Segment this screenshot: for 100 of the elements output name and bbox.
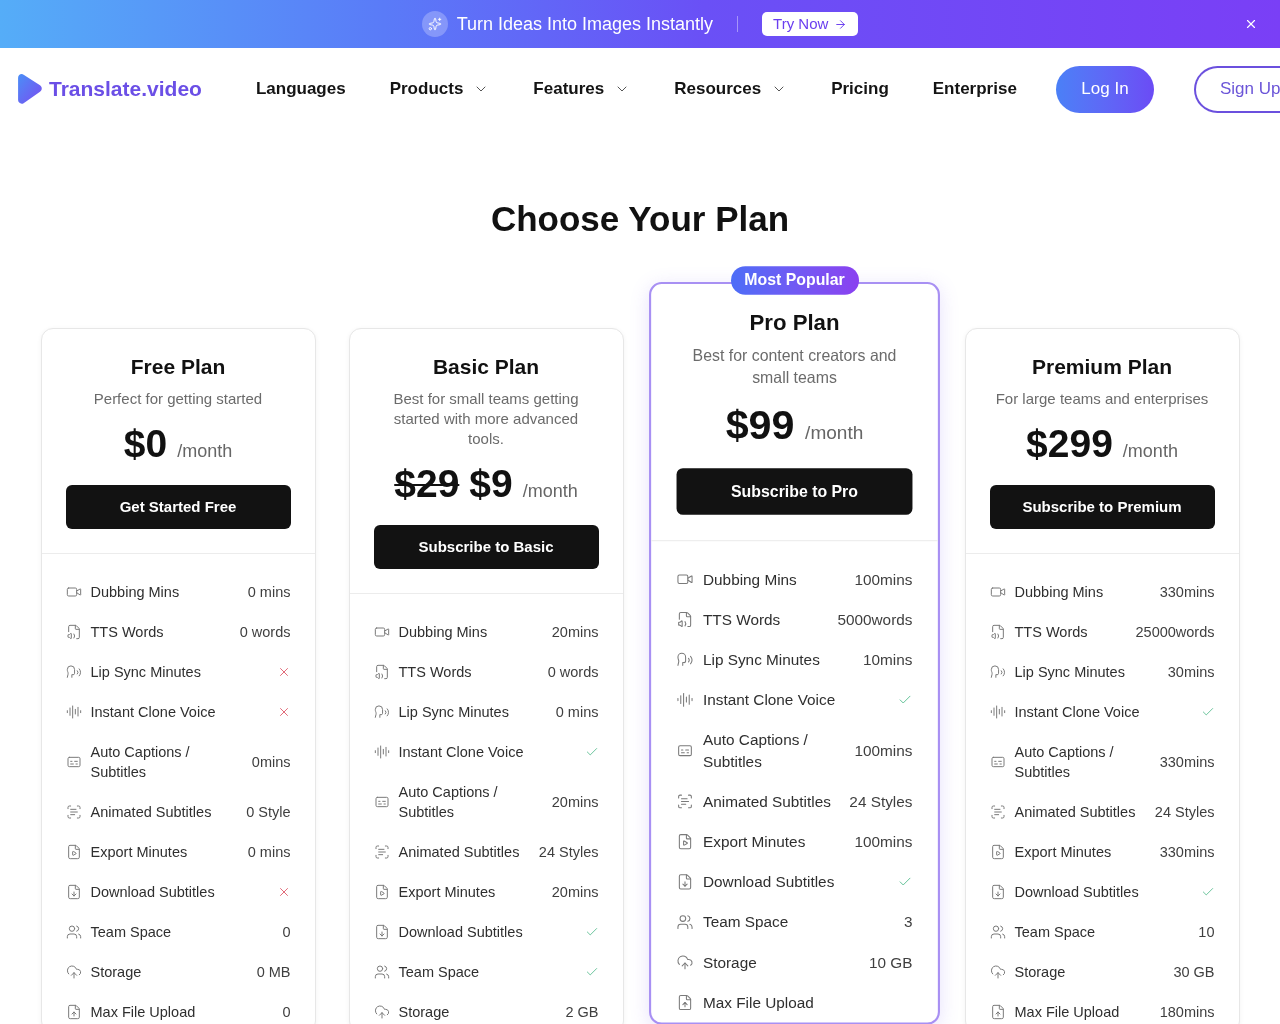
feature-value: 100mins (854, 569, 912, 590)
feature-label: Instant Clone Voice (398, 743, 524, 762)
arrow-right-icon (834, 17, 848, 31)
feature-value: 30 GB (1173, 963, 1215, 982)
feature-label: TTS Words (1014, 623, 1088, 642)
sound-wave-icon (676, 691, 693, 709)
feature-label: Team Space (90, 923, 172, 942)
banner-text: Turn Ideas Into Images Instantly (456, 12, 714, 36)
video-file-icon (373, 884, 390, 900)
feature-label: Animated Subtitles (1014, 803, 1136, 822)
feature-value: 20mins (551, 883, 599, 902)
feature-value: 0 mins (247, 843, 291, 862)
upload-file-icon (989, 1004, 1006, 1020)
price-amount: $9 (469, 461, 513, 507)
users-icon (989, 924, 1006, 940)
sound-wave-icon (989, 704, 1006, 720)
audio-file-icon (989, 624, 1006, 640)
feature-label: Instant Clone Voice (1014, 703, 1140, 722)
feature-label: Team Space (398, 963, 480, 982)
feature-label: Storage (1014, 963, 1066, 982)
feature-value: 0 MB (256, 963, 291, 982)
upload-file-icon (65, 1004, 82, 1020)
feature-label: Animated Subtitles (90, 803, 212, 822)
subscribe-button[interactable]: Subscribe to Basic (373, 525, 599, 569)
price-amount: $99 (725, 400, 794, 450)
feature-value: 330mins (1159, 843, 1215, 862)
feature-label: Dubbing Mins (702, 569, 797, 590)
feature-label: Lip Sync Minutes (90, 663, 201, 682)
cloud-upload-icon (676, 953, 693, 971)
nav-link[interactable]: Features (533, 76, 631, 102)
audio-file-icon (373, 664, 390, 680)
feature-label: Export Minutes (702, 832, 805, 853)
price-period: /month (177, 440, 233, 463)
video-file-icon (676, 833, 693, 851)
nav-link[interactable]: Enterprise (932, 76, 1017, 102)
plan-title: Pro Plan (748, 308, 840, 336)
video-camera-icon (373, 624, 390, 640)
feature-value: 10 GB (868, 952, 912, 973)
price-period: /month (1122, 440, 1178, 463)
nav-link[interactable]: Resources (674, 76, 788, 102)
feature-value: 24 Styles (538, 843, 599, 862)
feature-label: Export Minutes (90, 843, 188, 862)
login-button[interactable]: Log In (1056, 65, 1154, 113)
close-icon[interactable] (1244, 17, 1258, 31)
captions-icon (989, 754, 1006, 770)
feature-label: Animated Subtitles (702, 792, 831, 812)
text-frame-icon (676, 793, 693, 810)
feature-value: 0 words (239, 623, 291, 642)
plan-title: Free Plan (130, 354, 226, 380)
sparkle-icon (421, 11, 448, 37)
signup-button[interactable]: Sign Up (1194, 65, 1280, 113)
text-frame-icon (989, 804, 1006, 820)
download-file-icon (676, 873, 693, 891)
feature-label: Team Space (702, 912, 788, 933)
video-file-icon (989, 844, 1006, 860)
feature-label: TTS Words (702, 610, 780, 630)
feature-label: Lip Sync Minutes (1014, 663, 1125, 682)
feature-label: Download Subtitles (398, 923, 523, 942)
subscribe-button[interactable]: Get Started Free (65, 485, 291, 529)
feature-label: Max File Upload (90, 1003, 196, 1022)
feature-value: 25000words (1135, 623, 1215, 642)
feature-label: Download Subtitles (90, 883, 215, 902)
download-file-icon (65, 884, 82, 900)
feature-label: Storage (702, 952, 757, 973)
feature-value: 100mins (854, 741, 912, 762)
feature-label: Instant Clone Voice (702, 690, 835, 711)
feature-value: 330mins (1159, 753, 1215, 772)
subscribe-button[interactable]: Subscribe to Premium (989, 485, 1215, 529)
feature-label: Dubbing Mins (1014, 583, 1104, 602)
text-frame-icon (65, 804, 82, 820)
feature-value: 0mins (251, 753, 291, 772)
logo-link[interactable]: Translate.video (18, 73, 202, 105)
try-now-button[interactable]: Try Now (762, 12, 859, 36)
users-icon (373, 964, 390, 980)
plan-description: Perfect for getting started (93, 389, 263, 409)
feature-value: 0 words (547, 663, 599, 682)
feature-label: Max File Upload (702, 993, 814, 1013)
original-price: $29 (394, 461, 460, 507)
feature-label: Lip Sync Minutes (702, 650, 820, 671)
sound-wave-icon (65, 704, 82, 720)
feature-value: 330mins (1159, 583, 1215, 602)
price-amount: $0 (123, 421, 168, 467)
feature-label: Download Subtitles (702, 872, 834, 893)
upload-file-icon (676, 994, 693, 1011)
feature-label: Lip Sync Minutes (398, 703, 509, 722)
price-amount: $299 (1026, 421, 1113, 467)
feature-value: 180mins (1159, 1003, 1215, 1022)
cloud-upload-icon (989, 964, 1006, 980)
nav-link[interactable]: Languages (255, 76, 346, 102)
captions-icon (373, 794, 390, 810)
subscribe-button[interactable]: Subscribe to Pro (676, 468, 912, 515)
video-file-icon (65, 844, 82, 860)
nav-link[interactable]: Pricing (831, 76, 889, 102)
plan-description: Best for small teams getting started with more advanced tools. (392, 389, 580, 449)
feature-value: 0 (282, 923, 291, 942)
feature-value: 10 (1198, 923, 1215, 942)
feature-value: 24 Styles (1154, 803, 1215, 822)
speaking-person-icon (373, 704, 390, 720)
feature-value: 0 Style (246, 803, 291, 822)
nav-link[interactable]: Products (389, 76, 490, 102)
